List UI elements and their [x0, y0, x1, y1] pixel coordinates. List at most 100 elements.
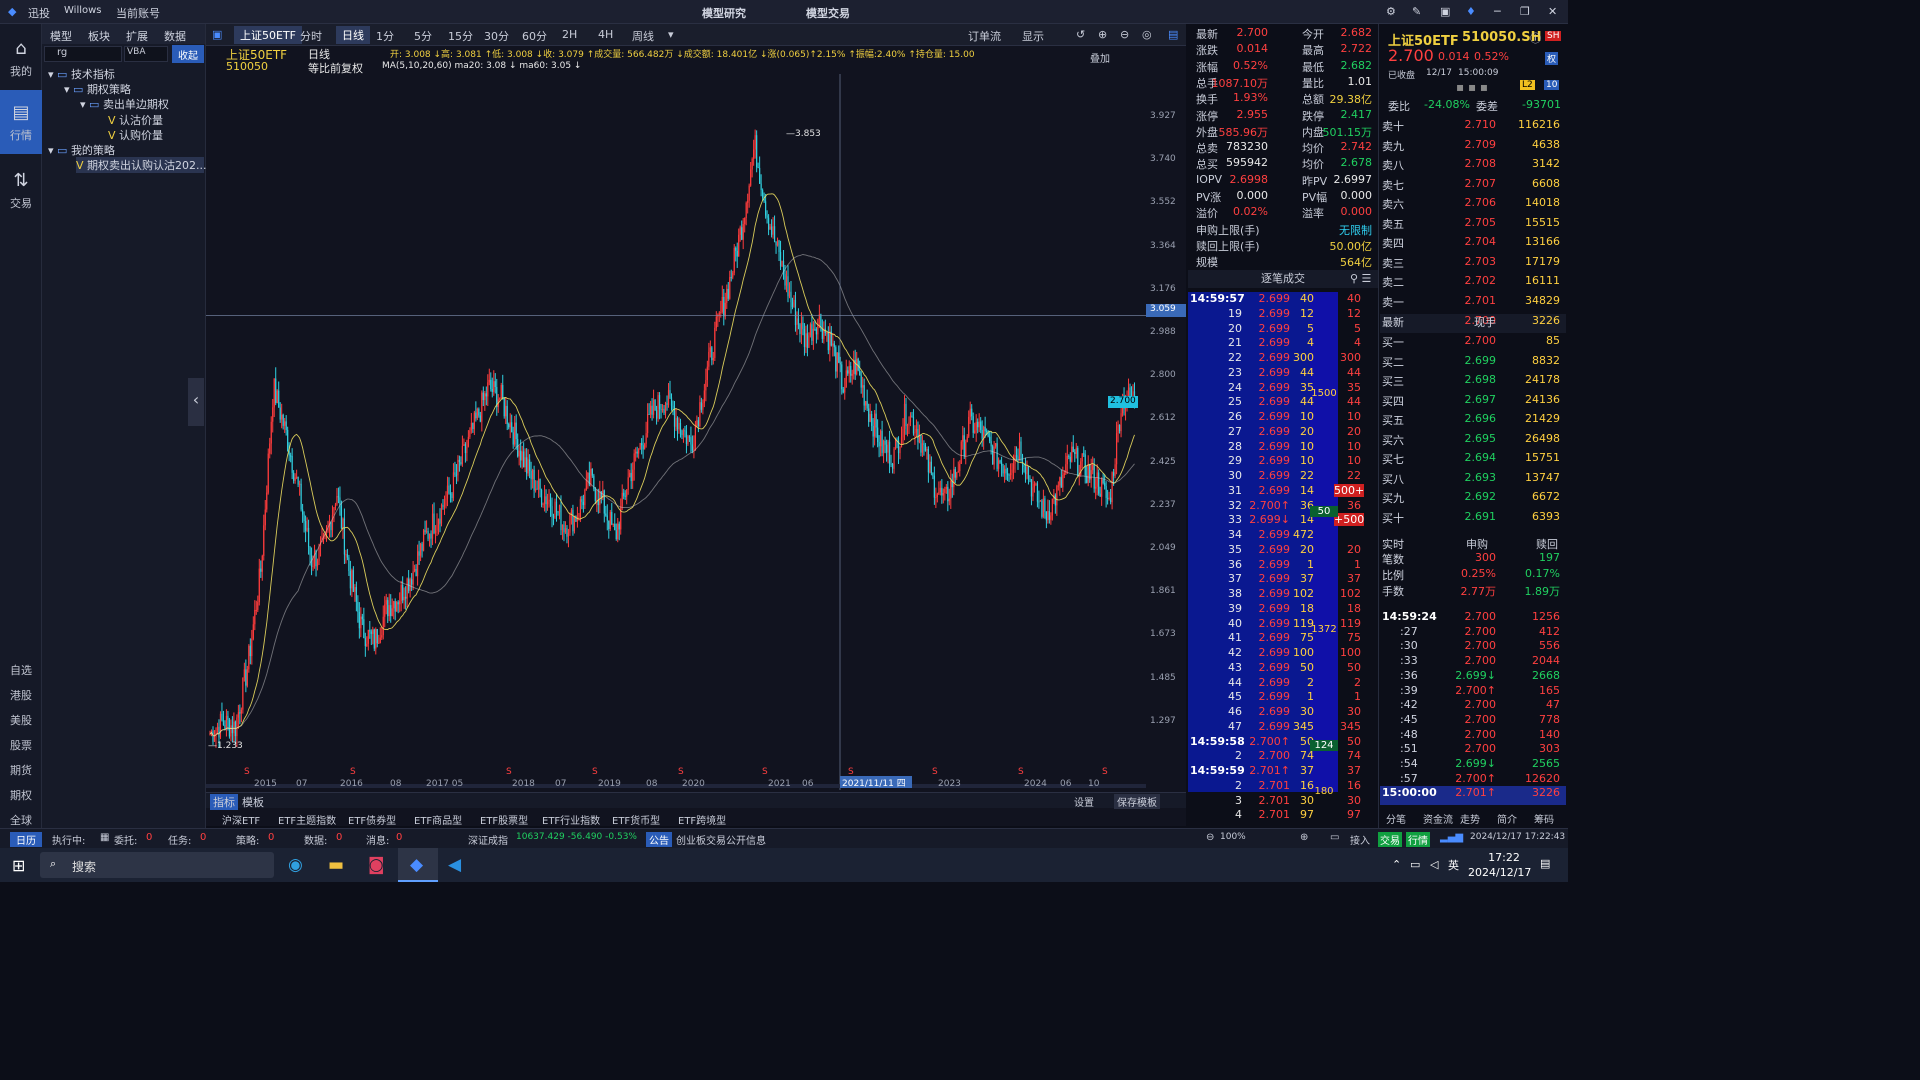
ask-row[interactable]: 卖三 2.703 17179	[1380, 255, 1566, 274]
search-input[interactable]: rg	[44, 46, 122, 62]
layout-icon[interactable]: ▣	[1440, 5, 1450, 18]
edge-icon[interactable]: ◉	[288, 855, 303, 875]
tab-indicator[interactable]: 指标	[210, 794, 238, 810]
bid-row[interactable]: 买六 2.695 26498	[1380, 432, 1566, 451]
rail-hk[interactable]: 港股	[0, 687, 42, 703]
tree-item-option-strategy[interactable]: ▾ ▭ 期权策略	[64, 81, 131, 97]
ime-language[interactable]: 英	[1448, 857, 1459, 873]
status-strategy[interactable]: 策略:	[236, 832, 259, 847]
rail-us[interactable]: 美股	[0, 712, 42, 728]
tab-model-research[interactable]: 模型研究	[702, 5, 746, 21]
info-icon[interactable]: ⓘ	[1530, 30, 1541, 46]
notice-badge[interactable]: 公告	[646, 832, 672, 847]
bid-row[interactable]: 买九 2.692 6672	[1380, 490, 1566, 509]
rail-futures[interactable]: 期货	[0, 762, 42, 778]
ask-row[interactable]: 卖五 2.705 15515	[1380, 216, 1566, 235]
menu-account[interactable]: 当前账号	[116, 5, 160, 21]
tree-item-put-volume[interactable]: V 认沽价量	[108, 112, 163, 128]
overlay-button[interactable]: 叠加	[1090, 50, 1110, 65]
bid-row[interactable]: 买一 2.700 85	[1380, 334, 1566, 353]
ask-row[interactable]: 卖十 2.710 116216	[1380, 118, 1566, 137]
period-1m[interactable]: 1分	[376, 28, 394, 44]
xuntou-taskbar-button[interactable]: ◆	[398, 848, 438, 882]
notice-text[interactable]: 创业板交易公开信息	[676, 832, 766, 847]
bid-row[interactable]: 买七 2.694 15751	[1380, 451, 1566, 470]
depth-tab[interactable]: 资金流	[1423, 811, 1453, 826]
ask-row[interactable]: 卖八 2.708 3142	[1380, 157, 1566, 176]
collapse-button[interactable]: 收起	[172, 45, 204, 63]
bid-row[interactable]: 买五 2.696 21429	[1380, 412, 1566, 431]
taskbar-date[interactable]: 2024/12/17	[1468, 866, 1531, 879]
tab-extend[interactable]: 扩展	[118, 24, 156, 48]
tree-item-indicators[interactable]: ▾ ▭ 技术指标	[48, 66, 115, 82]
refresh-icon[interactable]: ↺	[1076, 28, 1085, 41]
bid-row[interactable]: 买八 2.693 13747	[1380, 471, 1566, 490]
panel-toggle-icon[interactable]: ▣	[212, 28, 222, 41]
filter-icon[interactable]: ⚲ ☰	[1350, 272, 1371, 285]
display-dropdown[interactable]: 显示	[1022, 28, 1044, 44]
ask-row[interactable]: 卖二 2.702 16111	[1380, 274, 1566, 293]
tree-item-sell-single[interactable]: ▾ ▭ 卖出单边期权	[80, 96, 169, 112]
ask-row[interactable]: 卖一 2.701 34829	[1380, 294, 1566, 313]
period-60m[interactable]: 60分	[522, 28, 547, 44]
bid-row[interactable]: 买三 2.698 24178	[1380, 373, 1566, 392]
rail-options[interactable]: 期权	[0, 787, 42, 803]
status-data[interactable]: 数据:	[304, 832, 327, 847]
etf-tab[interactable]: ETF债券型	[348, 812, 396, 827]
period-more-chevron-icon[interactable]: ▾	[668, 28, 674, 41]
connect-button[interactable]: 接入	[1350, 832, 1370, 847]
ask-row[interactable]: 卖六 2.706 14018	[1380, 196, 1566, 215]
etf-tab[interactable]: ETF股票型	[480, 812, 528, 827]
taskbar-time[interactable]: 17:22	[1474, 851, 1534, 864]
trade-status-badge[interactable]: 交易	[1378, 832, 1402, 847]
quote-status-badge[interactable]: 行情	[1406, 832, 1430, 847]
menu-user[interactable]: Willows	[64, 5, 102, 16]
windows-start-icon[interactable]: ⊞	[12, 856, 25, 875]
tray-chevron-icon[interactable]: ⌃	[1392, 858, 1401, 871]
gear-icon[interactable]: ⚙	[1386, 5, 1396, 18]
ask-row[interactable]: 卖九 2.709 4638	[1380, 138, 1566, 157]
depth-tab[interactable]: 分笔	[1386, 811, 1406, 826]
period-tick[interactable]: 分时	[300, 28, 322, 44]
period-5m[interactable]: 5分	[414, 28, 432, 44]
taskbar-search-box[interactable]: ⌕ 搜索	[40, 852, 274, 878]
shirt-icon[interactable]: ♦	[1466, 5, 1476, 18]
etf-tab[interactable]: ETF主题指数	[278, 812, 336, 827]
reset-icon[interactable]: ◎	[1142, 28, 1152, 41]
ask-row[interactable]: 卖七 2.707 6608	[1380, 177, 1566, 196]
video-app-icon[interactable]: ◙	[368, 855, 385, 875]
period-30m[interactable]: 30分	[484, 28, 509, 44]
save-template-button[interactable]: 保存模板	[1114, 794, 1160, 809]
collapse-left-chevron-icon[interactable]: ‹	[188, 378, 204, 426]
rail-trade[interactable]: ⇅ 交易	[0, 170, 42, 211]
rail-stock[interactable]: 股票	[0, 737, 42, 753]
settings-button[interactable]: 设置	[1074, 794, 1094, 809]
volume-icon[interactable]: ◁	[1430, 858, 1438, 871]
restore-icon[interactable]: ❐	[1520, 5, 1530, 18]
depth-tab[interactable]: 简介	[1497, 811, 1517, 826]
candlestick-chart[interactable]: —3.853—1.233S S S S S S S S S S	[206, 74, 1186, 790]
rail-home[interactable]: ⌂ 我的	[0, 38, 42, 79]
etf-tab[interactable]: ETF行业指数	[542, 812, 600, 827]
menu-brand[interactable]: 迅投	[28, 5, 50, 21]
edit-icon[interactable]: ✎	[1412, 5, 1421, 18]
etf-tab[interactable]: 沪深ETF	[222, 812, 260, 827]
bid-row[interactable]: 买四 2.697 24136	[1380, 393, 1566, 412]
tab-model-trade[interactable]: 模型交易	[806, 5, 850, 21]
tab-sector[interactable]: 板块	[80, 24, 118, 48]
depth-tab[interactable]: 筹码	[1534, 811, 1554, 826]
zoom-in-status-icon[interactable]: ⊕	[1300, 832, 1308, 843]
zoom-out-icon[interactable]: ⊖	[1120, 28, 1129, 41]
etf-tab[interactable]: ETF货币型	[612, 812, 660, 827]
symbol-tab[interactable]: 上证50ETF	[234, 26, 302, 44]
tree-item-selected-strategy[interactable]: V 期权卖出认购认沽202...	[76, 157, 207, 173]
index-name[interactable]: 深证成指	[468, 832, 508, 847]
depth-tab[interactable]: 走势	[1460, 811, 1480, 826]
calendar-button[interactable]: 日历	[10, 832, 42, 847]
status-msg[interactable]: 消息:	[366, 832, 389, 847]
status-entrust[interactable]: 委托:	[114, 832, 137, 847]
period-4h[interactable]: 4H	[598, 28, 613, 41]
rail-watchlist[interactable]: 自选	[0, 662, 42, 678]
period-weekly[interactable]: 周线	[632, 28, 654, 44]
sidebar-icon[interactable]: ▤	[1168, 28, 1178, 41]
